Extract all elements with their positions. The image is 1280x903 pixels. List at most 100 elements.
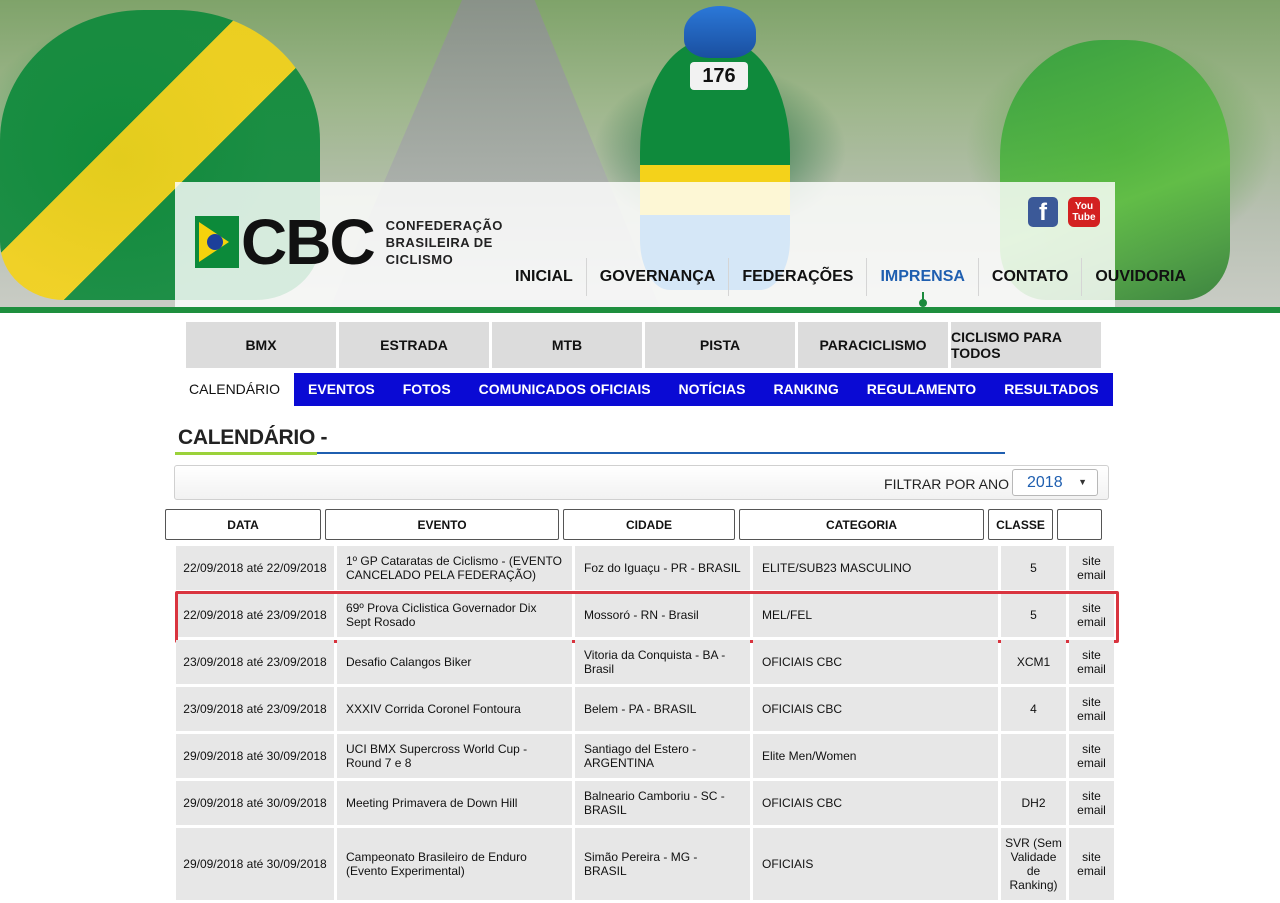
cell-city: Simão Pereira - MG - BRASIL (575, 828, 750, 900)
header-evento[interactable]: EVENTO (325, 509, 559, 540)
table-row: 29/09/2018 até 30/09/2018 Campeonato Bra… (176, 828, 1114, 900)
table-row: 23/09/2018 até 23/09/2018 Desafio Calang… (176, 640, 1114, 684)
cell-date: 29/09/2018 até 30/09/2018 (176, 734, 334, 778)
cell-links: site email (1069, 734, 1114, 778)
cell-links: site email (1069, 546, 1114, 590)
cell-links: site email (1069, 640, 1114, 684)
year-select[interactable]: 2018 ▼ (1012, 469, 1098, 496)
cbc-logo[interactable]: CBC CONFEDERAÇÃO BRASILEIRA DE CICLISMO (195, 206, 506, 278)
calendar-table-body: 22/09/2018 até 22/09/2018 1º GP Catarata… (175, 546, 1119, 903)
email-link[interactable]: email (1077, 709, 1106, 723)
cell-date: 22/09/2018 até 23/09/2018 (176, 593, 334, 637)
sub-nav-ranking[interactable]: RANKING (759, 373, 852, 406)
sub-nav-noticias[interactable]: NOTÍCIAS (665, 373, 760, 406)
header-data[interactable]: DATA (165, 509, 321, 540)
cell-event: Meeting Primavera de Down Hill (337, 781, 572, 825)
title-underline-accent (175, 452, 317, 455)
cell-category: OFICIAIS CBC (753, 781, 998, 825)
email-link[interactable]: email (1077, 803, 1106, 817)
site-link[interactable]: site (1082, 789, 1101, 803)
email-link[interactable]: email (1077, 568, 1106, 582)
cell-city: Foz do Iguaçu - PR - BRASIL (575, 546, 750, 590)
main-nav-federacoes[interactable]: FEDERAÇÕES (729, 258, 868, 296)
sub-nav-fotos[interactable]: FOTOS (389, 373, 465, 406)
cell-category: OFICIAIS (753, 828, 998, 900)
cell-class: 5 (1001, 546, 1066, 590)
year-filter-bar: FILTRAR POR ANO 2018 ▼ (174, 465, 1109, 500)
sub-nav-resultados[interactable]: RESULTADOS (990, 373, 1112, 406)
sub-nav-calendario[interactable]: CALENDÁRIO (175, 373, 295, 406)
cell-category: Elite Men/Women (753, 734, 998, 778)
brazil-flag-icon (195, 216, 239, 268)
cell-date: 29/09/2018 até 30/09/2018 (176, 781, 334, 825)
sub-nav: CALENDÁRIO EVENTOS FOTOS COMUNICADOS OFI… (175, 373, 1113, 406)
cell-date: 23/09/2018 até 23/09/2018 (176, 640, 334, 684)
youtube-icon-line2: Tube (1072, 212, 1096, 223)
facebook-icon[interactable]: f (1028, 197, 1058, 227)
cell-links: site email (1069, 593, 1114, 637)
tab-paraciclismo[interactable]: PARACICLISMO (798, 322, 948, 368)
table-row: 22/09/2018 até 22/09/2018 1º GP Catarata… (176, 546, 1114, 590)
table-row-highlighted: 22/09/2018 até 23/09/2018 69º Prova Cicl… (175, 591, 1119, 643)
email-link[interactable]: email (1077, 662, 1106, 676)
site-link[interactable]: site (1082, 742, 1101, 756)
sub-nav-comunicados[interactable]: COMUNICADOS OFICIAIS (465, 373, 665, 406)
cell-event: 69º Prova Ciclistica Governador Dix Sept… (337, 593, 572, 637)
cell-city: Santiago del Estero - ARGENTINA (575, 734, 750, 778)
cell-links: site email (1069, 687, 1114, 731)
email-link[interactable]: email (1077, 615, 1106, 629)
main-nav-ouvidoria[interactable]: OUVIDORIA (1082, 258, 1199, 296)
table-row: 29/09/2018 até 30/09/2018 Meeting Primav… (176, 781, 1114, 825)
cell-category: OFICIAIS CBC (753, 640, 998, 684)
cell-class: 4 (1001, 687, 1066, 731)
email-link[interactable]: email (1077, 756, 1106, 770)
site-link[interactable]: site (1082, 601, 1101, 615)
header-categoria[interactable]: CATEGORIA (739, 509, 984, 540)
tab-ciclismo-para-todos[interactable]: CICLISMO PARA TODOS (951, 322, 1101, 368)
site-link[interactable]: site (1082, 695, 1101, 709)
header-links (1057, 509, 1102, 540)
header-divider (0, 307, 1280, 313)
page-title: CALENDÁRIO - (178, 426, 328, 449)
main-nav-imprensa[interactable]: IMPRENSA (867, 258, 979, 307)
tab-estrada[interactable]: ESTRADA (339, 322, 489, 368)
sub-nav-eventos[interactable]: EVENTOS (294, 373, 389, 406)
sub-nav-regulamento[interactable]: REGULAMENTO (853, 373, 990, 406)
cell-category: MEL/FEL (753, 593, 998, 637)
header-cidade[interactable]: CIDADE (563, 509, 735, 540)
table-row: 23/09/2018 até 23/09/2018 XXXIV Corrida … (176, 687, 1114, 731)
cell-event: 1º GP Cataratas de Ciclismo - (EVENTO CA… (337, 546, 572, 590)
youtube-icon-line1: You (1074, 201, 1094, 212)
cell-class: 5 (1001, 593, 1066, 637)
main-nav-inicial[interactable]: INICIAL (502, 258, 587, 296)
header-classe[interactable]: CLASSE (988, 509, 1053, 540)
hero-helmet (684, 6, 756, 58)
cell-class: DH2 (1001, 781, 1066, 825)
email-link[interactable]: email (1077, 864, 1106, 878)
logo-wordmark: CBC (241, 206, 376, 278)
tab-bmx[interactable]: BMX (186, 322, 336, 368)
cell-category: ELITE/SUB23 MASCULINO (753, 546, 998, 590)
tab-pista[interactable]: PISTA (645, 322, 795, 368)
category-tabs: BMX ESTRADA MTB PISTA PARACICLISMO CICLI… (186, 322, 1101, 368)
cell-date: 29/09/2018 até 30/09/2018 (176, 828, 334, 900)
site-link[interactable]: site (1082, 850, 1101, 864)
cell-event: Campeonato Brasileiro de Enduro (Evento … (337, 828, 572, 900)
cell-city: Vitoria da Conquista - BA - Brasil (575, 640, 750, 684)
year-select-value: 2018 (1027, 474, 1063, 491)
table-row: 29/09/2018 até 30/09/2018 UCI BMX Superc… (176, 734, 1114, 778)
tab-mtb[interactable]: MTB (492, 322, 642, 368)
cell-city: Mossoró - RN - Brasil (575, 593, 750, 637)
cell-city: Belem - PA - BRASIL (575, 687, 750, 731)
year-filter-label: FILTRAR POR ANO (884, 476, 1009, 492)
cell-date: 22/09/2018 até 22/09/2018 (176, 546, 334, 590)
site-link[interactable]: site (1082, 554, 1101, 568)
site-link[interactable]: site (1082, 648, 1101, 662)
youtube-icon[interactable]: You Tube (1068, 197, 1100, 227)
cell-class (1001, 734, 1066, 778)
main-nav-governanca[interactable]: GOVERNANÇA (587, 258, 730, 296)
cell-links: site email (1069, 781, 1114, 825)
cell-class: SVR (Sem Validade de Ranking) (1001, 828, 1066, 900)
main-nav-contato[interactable]: CONTATO (979, 258, 1083, 296)
org-line-3: CICLISMO (385, 251, 454, 267)
